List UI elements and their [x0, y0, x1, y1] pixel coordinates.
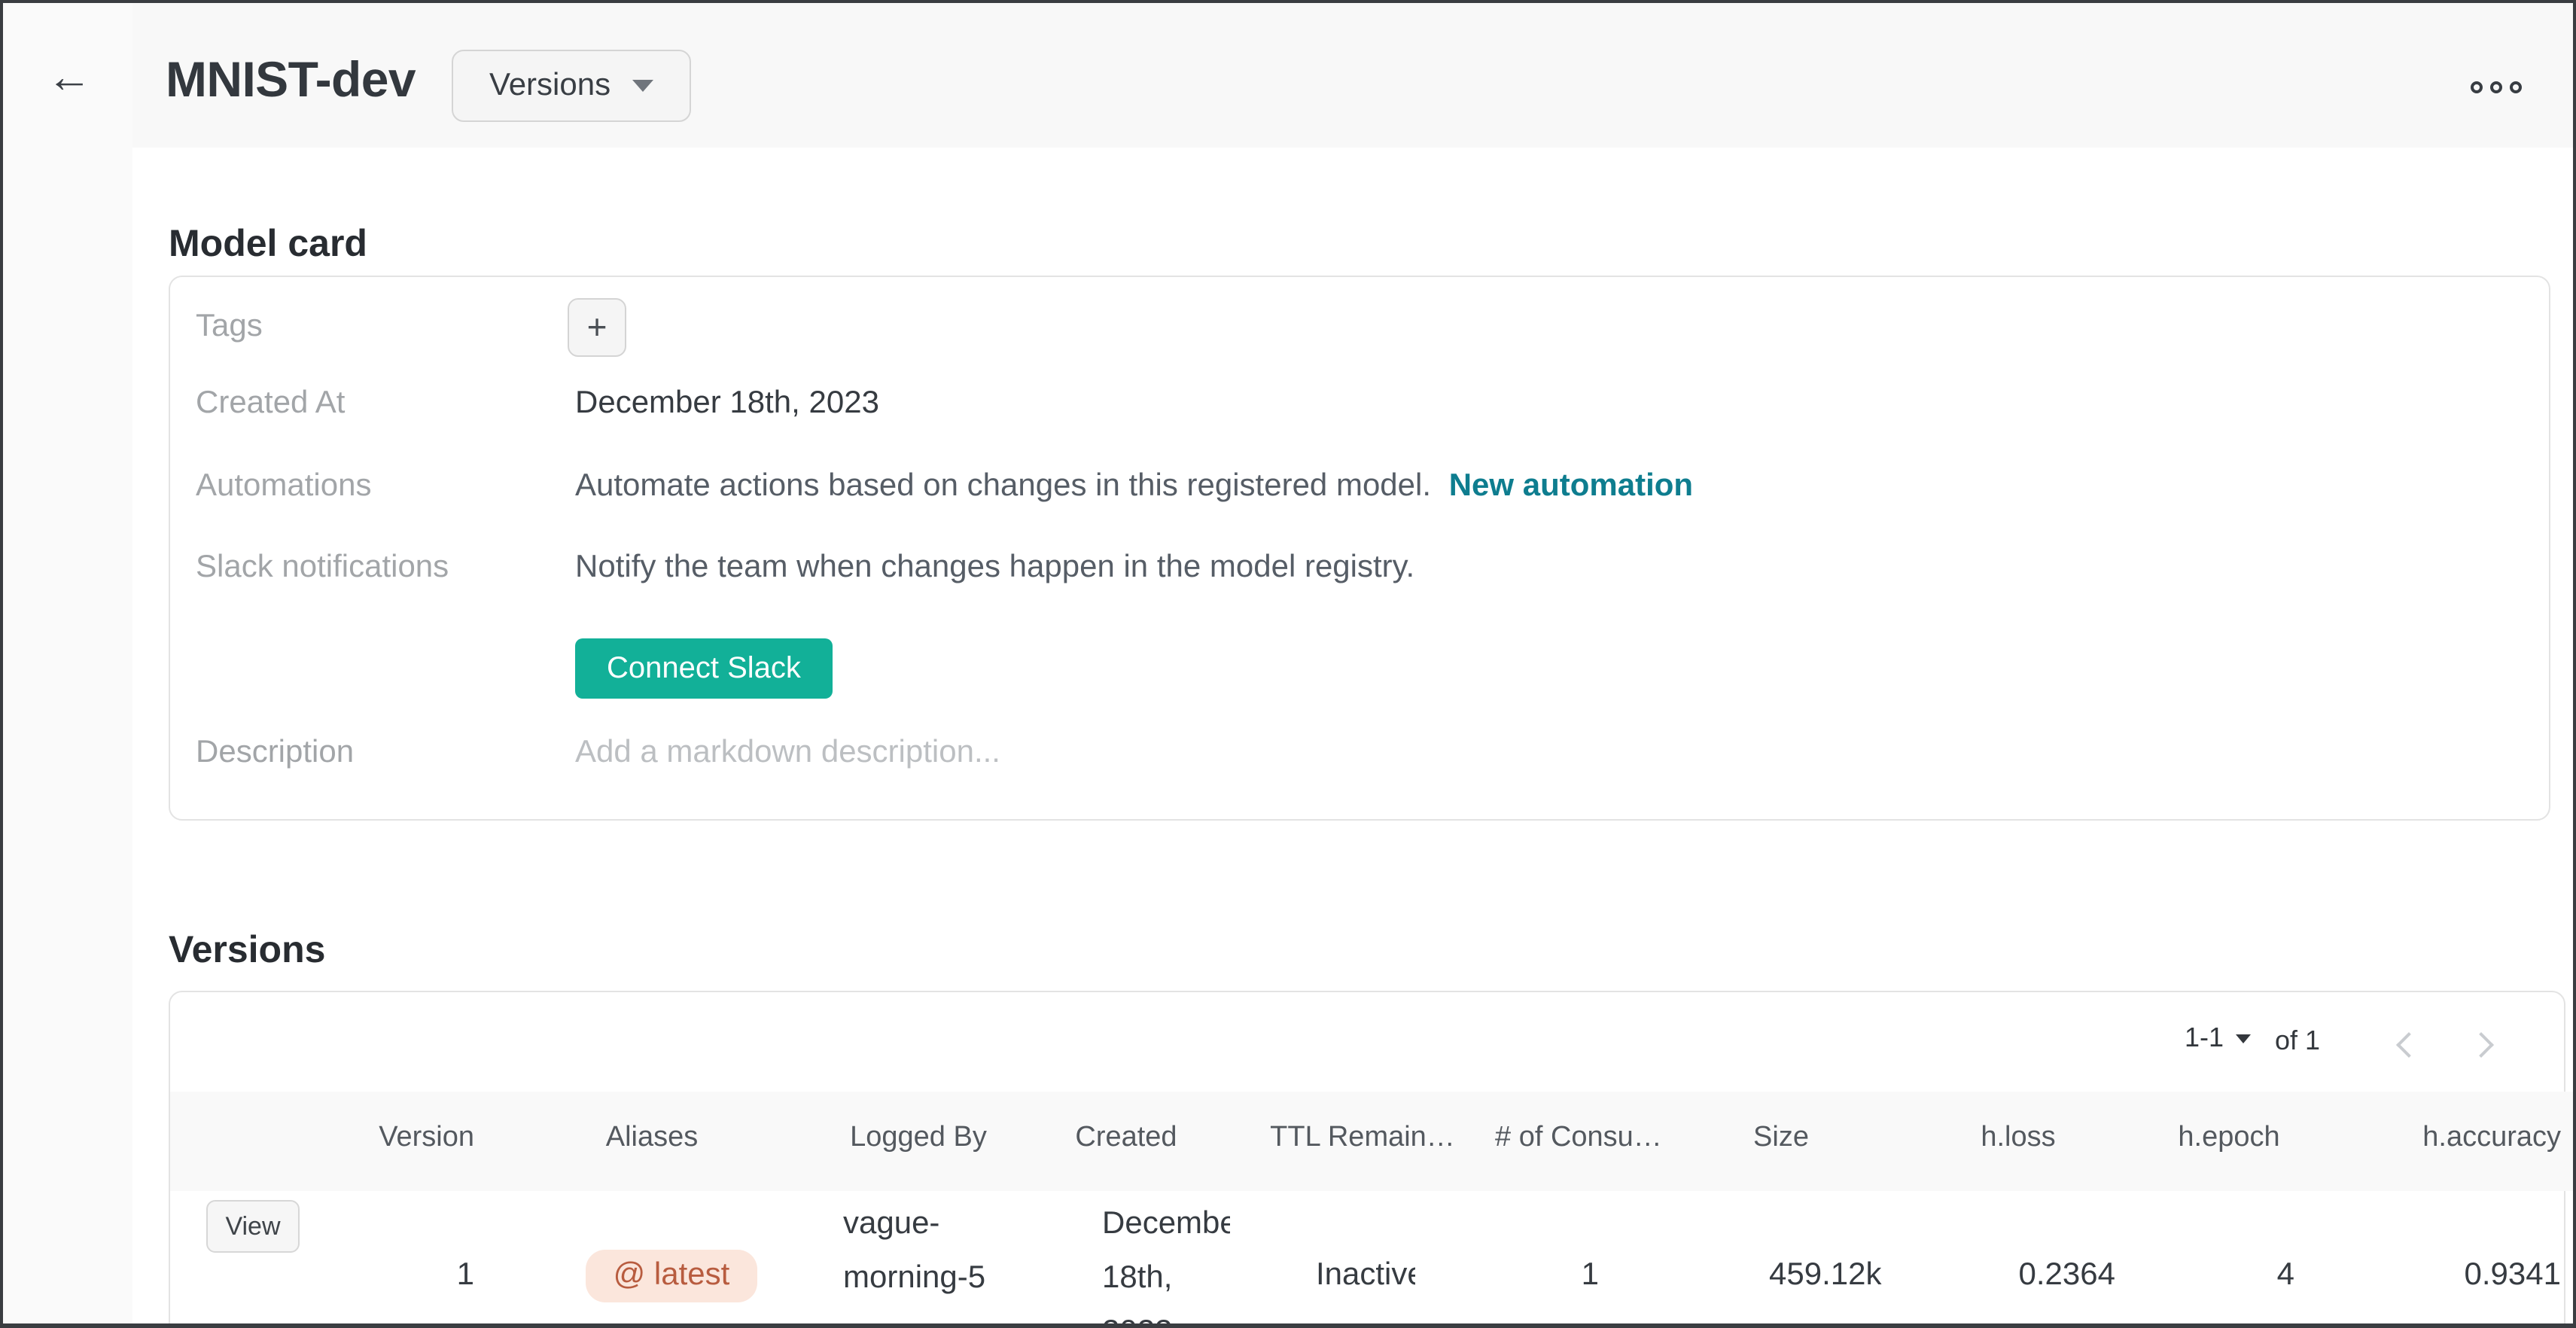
column-header-actions: [170, 1092, 330, 1191]
versions-dropdown-label: Versions: [489, 68, 611, 104]
automations-label: Automations: [196, 468, 371, 504]
dot-icon: [2490, 81, 2502, 93]
column-header-h-loss: h.loss: [1902, 1092, 2135, 1191]
cell-actions: View: [170, 1191, 330, 1328]
slack-notifications-label: Slack notifications: [196, 550, 449, 586]
add-tag-button[interactable]: +: [568, 298, 626, 357]
column-header-aliases: Aliases: [489, 1092, 815, 1191]
page-range-dropdown[interactable]: 1-1: [2185, 1022, 2251, 1054]
automations-text: Automate actions based on changes in thi…: [575, 468, 1431, 503]
cell-h-loss: 0.2364: [1902, 1191, 2135, 1328]
connect-slack-button[interactable]: Connect Slack: [575, 638, 833, 699]
description-label: Description: [196, 735, 354, 771]
description-placeholder[interactable]: Add a markdown description...: [575, 735, 1000, 771]
dot-icon: [2471, 81, 2483, 93]
automations-row: Automate actions based on changes in thi…: [575, 468, 1693, 504]
page-range-label: 1-1: [2185, 1022, 2224, 1054]
column-header-size: Size: [1661, 1092, 1902, 1191]
left-sidebar: ←: [3, 3, 132, 1323]
column-header-num-consuming: # of Consu…: [1495, 1092, 1661, 1191]
model-card-section-title: Model card: [169, 223, 367, 267]
ttl-remaining-text: Inactive: [1316, 1257, 1415, 1293]
table-header-row: Version Aliases Logged By Created TTL Re…: [170, 1092, 2576, 1191]
table-row: View 1 @ latest vague-morning-5 December…: [170, 1191, 2576, 1328]
cell-aliases: @ latest: [489, 1191, 815, 1328]
column-header-ttl-remaining: TTL Remain…: [1230, 1092, 1495, 1191]
chevron-left-icon: [2396, 1032, 2422, 1058]
cell-created: December 18th, 2023: [1022, 1191, 1230, 1328]
slack-notifications-text: Notify the team when changes happen in t…: [575, 550, 1414, 586]
page-header: MNIST-dev Versions: [132, 3, 2573, 148]
cell-version: 1: [330, 1191, 489, 1328]
chevron-right-icon: [2468, 1032, 2494, 1058]
created-at-label: Created At: [196, 385, 345, 422]
model-card-panel: Tags + Created At December 18th, 2023 Au…: [169, 276, 2550, 821]
cell-h-epoch: 4: [2135, 1191, 2323, 1328]
created-at-value: December 18th, 2023: [575, 385, 879, 422]
column-header-version: Version: [330, 1092, 489, 1191]
versions-section-title: Versions: [169, 929, 325, 973]
dot-icon: [2510, 81, 2522, 93]
overflow-menu-button[interactable]: [2468, 78, 2525, 96]
column-header-h-accuracy: h.accuracy: [2323, 1092, 2573, 1191]
cell-ttl-remaining: Inactive: [1230, 1191, 1495, 1328]
new-automation-link[interactable]: New automation: [1449, 468, 1693, 503]
chevron-down-icon: [632, 80, 653, 92]
back-arrow-icon: ←: [47, 53, 92, 102]
versions-table-panel: 1-1 of 1 Version Aliases Logged By Creat…: [169, 991, 2565, 1328]
alias-badge[interactable]: @ latest: [586, 1250, 757, 1302]
created-date-text: December 18th, 2023: [1102, 1197, 1230, 1328]
app-window: ← MNIST-dev Versions Model card Tags + C…: [0, 0, 2576, 1328]
cell-num-consuming: 1: [1495, 1191, 1661, 1328]
page-title: MNIST-dev: [166, 51, 416, 108]
versions-dropdown-button[interactable]: Versions: [452, 50, 690, 122]
chevron-down-icon: [2236, 1034, 2251, 1043]
cell-h-accuracy: 0.9341: [2323, 1191, 2573, 1328]
view-version-button[interactable]: View: [206, 1200, 300, 1253]
size-text: 459.12kB: [1769, 1257, 1883, 1293]
cell-size: 459.12kB: [1661, 1191, 1902, 1328]
pagination-bar: 1-1 of 1: [170, 992, 2564, 1092]
column-header-created: Created: [1022, 1092, 1230, 1191]
next-page-button[interactable]: [2460, 1030, 2505, 1066]
back-button[interactable]: ←: [39, 48, 99, 108]
cell-logged-by: vague-morning-5: [815, 1191, 1022, 1328]
previous-page-button[interactable]: [2388, 1030, 2433, 1066]
column-header-h-epoch: h.epoch: [2135, 1092, 2323, 1191]
tags-label: Tags: [196, 309, 263, 345]
column-header-logged-by: Logged By: [815, 1092, 1022, 1191]
page-total-label: of 1: [2275, 1025, 2320, 1057]
